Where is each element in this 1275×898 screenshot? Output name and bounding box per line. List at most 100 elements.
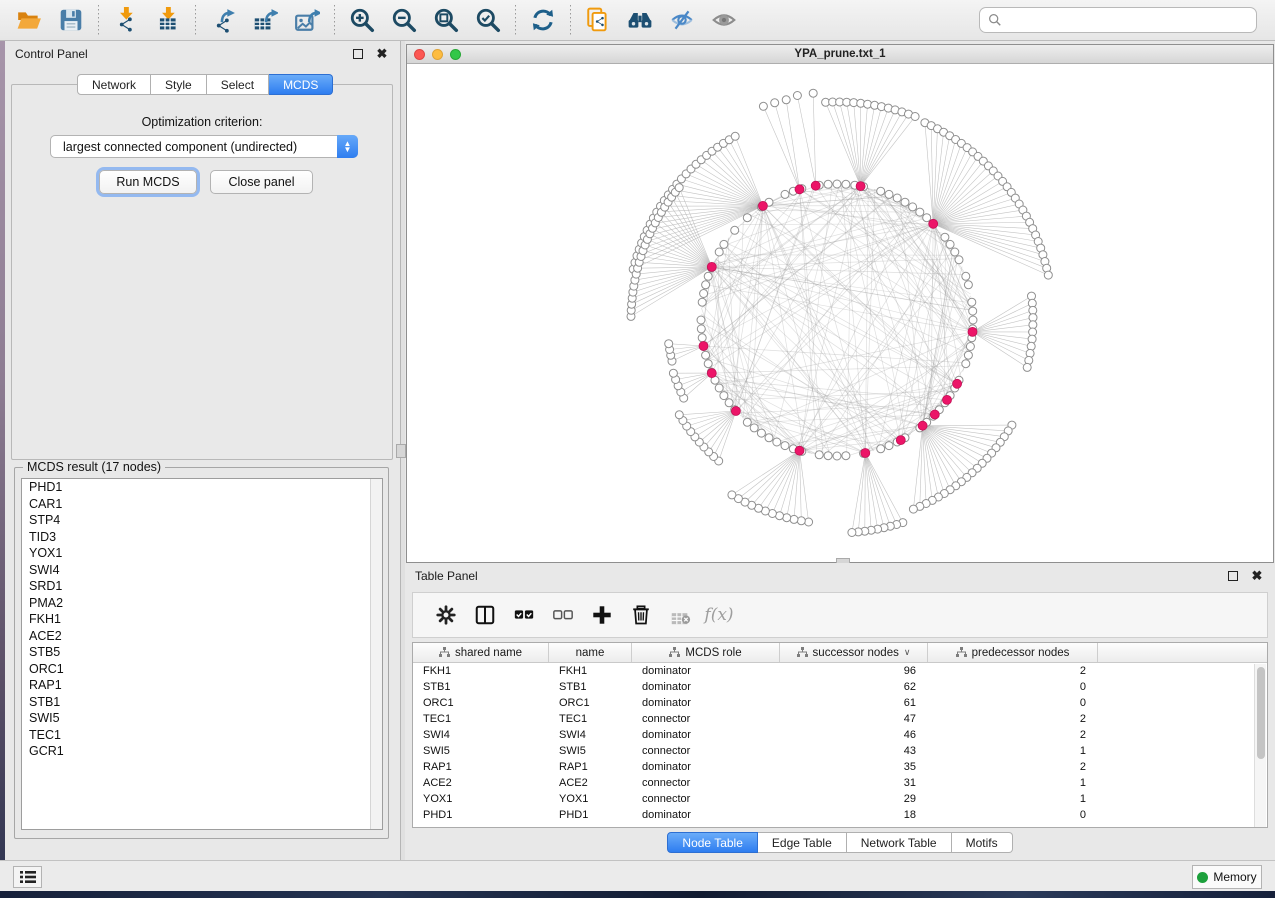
cell-name: TEC1: [549, 711, 632, 727]
tab-motifs[interactable]: Motifs: [952, 832, 1013, 853]
search-input[interactable]: [1007, 10, 1256, 30]
table-row[interactable]: STB1STB1dominator620: [413, 679, 1267, 695]
import-network-icon[interactable]: [109, 5, 143, 35]
table-panel: Table Panel ✖ f(x) shared namenameMCDS r…: [405, 563, 1275, 860]
float-icon: [353, 49, 363, 59]
control-panel-close-button[interactable]: ✖: [374, 46, 390, 62]
column-header-name[interactable]: name: [549, 643, 632, 662]
cell-successor_nodes: 47: [780, 711, 928, 727]
tab-style[interactable]: Style: [151, 74, 207, 95]
zoom-in-icon[interactable]: [345, 5, 379, 35]
zoom-out-icon[interactable]: [387, 5, 421, 35]
search-box[interactable]: [979, 7, 1257, 33]
mcds-result-item[interactable]: RAP1: [22, 677, 382, 694]
cell-name: FKH1: [549, 663, 632, 679]
mcds-result-item[interactable]: CAR1: [22, 496, 382, 513]
mcds-result-item[interactable]: TID3: [22, 529, 382, 546]
mcds-result-item[interactable]: ACE2: [22, 628, 382, 645]
table-panel-float-button[interactable]: [1225, 568, 1241, 584]
table-toolbar: f(x): [412, 592, 1268, 638]
unselect-all-columns-icon[interactable]: [548, 600, 578, 630]
sort-chevron-icon: ∨: [904, 647, 911, 658]
tab-mcds[interactable]: MCDS: [269, 74, 333, 95]
control-panel-titlebar: Control Panel ✖: [5, 41, 400, 67]
show-column-icon[interactable]: [470, 600, 500, 630]
column-header-successor-nodes[interactable]: successor nodes∨: [780, 643, 928, 662]
table-row[interactable]: PHD1PHD1dominator180: [413, 807, 1267, 823]
search-binoculars-icon[interactable]: [623, 5, 657, 35]
tab-network-table[interactable]: Network Table: [847, 832, 952, 853]
mcds-result-item[interactable]: STB1: [22, 694, 382, 711]
show-graphics-details-icon[interactable]: [707, 5, 741, 35]
mcds-result-item[interactable]: SWI4: [22, 562, 382, 579]
memory-button[interactable]: Memory: [1192, 865, 1262, 889]
cell-predecessor_nodes: 0: [928, 807, 1098, 823]
import-table-icon[interactable]: [151, 5, 185, 35]
table-scrollbar[interactable]: [1254, 664, 1266, 827]
export-network-icon[interactable]: [206, 5, 240, 35]
show-panels-list-button[interactable]: [13, 866, 42, 888]
mcds-result-item[interactable]: SRD1: [22, 578, 382, 595]
tab-select[interactable]: Select: [207, 74, 269, 95]
optimization-criterion-select[interactable]: largest connected component (undirected)…: [50, 135, 358, 158]
network-from-file-icon[interactable]: [581, 5, 615, 35]
mcds-result-item[interactable]: YOX1: [22, 545, 382, 562]
table-row[interactable]: ACE2ACE2connector311: [413, 775, 1267, 791]
tab-node-table[interactable]: Node Table: [667, 832, 758, 853]
column-header-predecessor-nodes[interactable]: predecessor nodes: [928, 643, 1098, 662]
main-toolbar: [0, 0, 1275, 41]
table-row[interactable]: SWI5SWI5connector431: [413, 743, 1267, 759]
network-window-titlebar[interactable]: YPA_prune.txt_1: [407, 45, 1273, 64]
table-row[interactable]: FKH1FKH1dominator962: [413, 663, 1267, 679]
refresh-icon[interactable]: [526, 5, 560, 35]
table-row[interactable]: YOX1YOX1connector291: [413, 791, 1267, 807]
cell-name: SWI4: [549, 727, 632, 743]
table-panel-close-button[interactable]: ✖: [1249, 568, 1265, 584]
delete-column-icon[interactable]: [626, 600, 656, 630]
mcds-result-item[interactable]: TEC1: [22, 727, 382, 744]
table-row[interactable]: RAP1RAP1dominator352: [413, 759, 1267, 775]
mcds-result-list[interactable]: PHD1CAR1STP4TID3YOX1SWI4SRD1PMA2FKH1ACE2…: [21, 478, 383, 830]
table-settings-gear-icon[interactable]: [431, 600, 461, 630]
select-all-columns-icon[interactable]: [509, 600, 539, 630]
selected-criterion-value: largest connected component (undirected): [51, 140, 337, 154]
hierarchy-icon: [956, 647, 967, 658]
table-row[interactable]: TEC1TEC1connector472: [413, 711, 1267, 727]
table-scrollbar-thumb[interactable]: [1257, 667, 1265, 759]
mcds-result-item[interactable]: PMA2: [22, 595, 382, 612]
cell-name: ACE2: [549, 775, 632, 791]
close-panel-button[interactable]: Close panel: [210, 170, 313, 194]
optimization-criterion-label: Optimization criterion:: [12, 115, 392, 129]
table-row[interactable]: ORC1ORC1dominator610: [413, 695, 1267, 711]
hide-graphics-details-icon[interactable]: [665, 5, 699, 35]
cell-predecessor_nodes: 0: [928, 695, 1098, 711]
mcds-result-item[interactable]: STP4: [22, 512, 382, 529]
network-canvas[interactable]: [407, 64, 1273, 562]
vertical-splitter-handle[interactable]: [396, 444, 406, 458]
mcds-result-item[interactable]: PHD1: [22, 479, 382, 496]
mcds-result-item[interactable]: ORC1: [22, 661, 382, 678]
control-panel-float-button[interactable]: [350, 46, 366, 62]
mcds-result-item[interactable]: GCR1: [22, 743, 382, 760]
column-header-MCDS-role[interactable]: MCDS role: [632, 643, 780, 662]
run-mcds-button[interactable]: Run MCDS: [99, 170, 197, 194]
zoom-selected-icon[interactable]: [471, 5, 505, 35]
cell-successor_nodes: 29: [780, 791, 928, 807]
mcds-result-item[interactable]: FKH1: [22, 611, 382, 628]
mcds-result-item[interactable]: STB5: [22, 644, 382, 661]
save-session-icon[interactable]: [54, 5, 88, 35]
tab-network[interactable]: Network: [77, 74, 151, 95]
mcds-list-scrollbar[interactable]: [370, 479, 382, 829]
cell-successor_nodes: 46: [780, 727, 928, 743]
column-header-shared-name[interactable]: shared name: [413, 643, 549, 662]
table-row[interactable]: SWI4SWI4dominator462: [413, 727, 1267, 743]
tab-edge-table[interactable]: Edge Table: [758, 832, 847, 853]
export-image-icon[interactable]: [290, 5, 324, 35]
mcds-result-item[interactable]: SWI5: [22, 710, 382, 727]
open-session-icon[interactable]: [12, 5, 46, 35]
cell-successor_nodes: 96: [780, 663, 928, 679]
zoom-fit-icon[interactable]: [429, 5, 463, 35]
export-table-icon[interactable]: [248, 5, 282, 35]
add-column-icon[interactable]: [587, 600, 617, 630]
column-header-filler: [1098, 643, 1267, 662]
